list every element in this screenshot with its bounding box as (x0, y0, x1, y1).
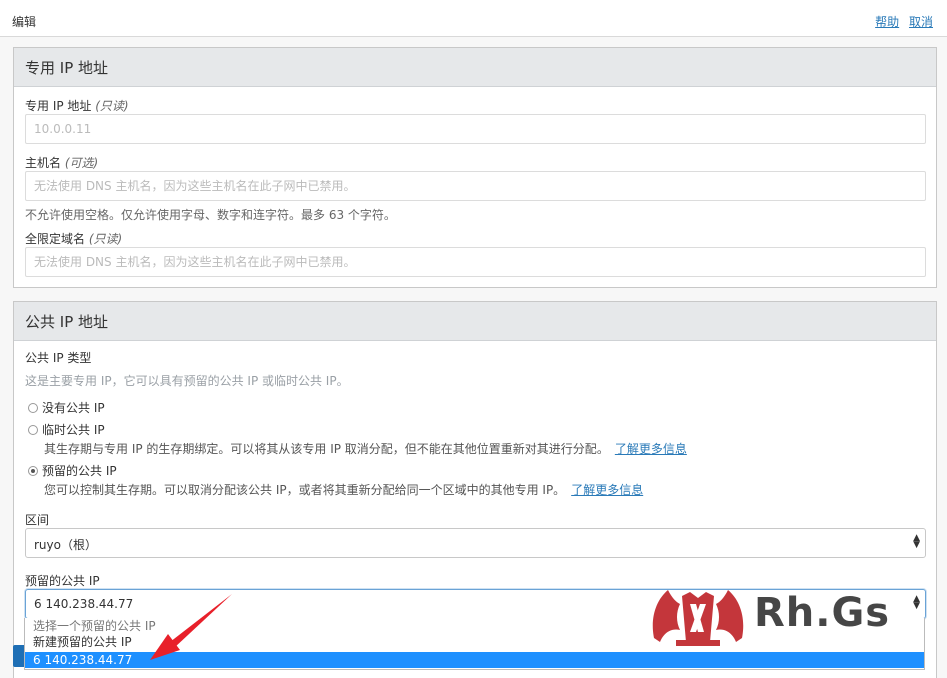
radio-reserved-ip-label: 预留的公共 IP (42, 464, 117, 478)
radio-ephemeral-ip-label: 临时公共 IP (42, 423, 105, 437)
reserved-ip-description: 您可以控制其生存期。可以取消分配该公共 IP，或者将其重新分配给同一个区域中的其… (44, 483, 644, 497)
hostname-input[interactable] (25, 171, 926, 201)
public-ip-type-label: 公共 IP 类型 (25, 351, 92, 365)
private-ip-address-label: 专用 IP 地址 (只读) (25, 99, 129, 113)
compartment-select[interactable]: ruyo（根） ▲ ▼ (25, 528, 926, 558)
header-links: 帮助 取消 (869, 13, 933, 30)
radio-ephemeral-ip[interactable]: 临时公共 IP (28, 421, 105, 438)
watermark: Rh.Gs (646, 578, 916, 650)
radio-reserved-ip-control[interactable] (28, 465, 38, 476)
dialog-title: 编辑 (12, 15, 37, 29)
select-arrows-icon: ▲ ▼ (913, 533, 920, 550)
radio-ephemeral-ip-control[interactable] (28, 424, 38, 435)
radio-reserved-ip[interactable]: 预留的公共 IP (28, 462, 117, 479)
reserved-learn-more-link[interactable]: 了解更多信息 (571, 483, 643, 497)
private-ip-address-field: 10.0.0.11 (25, 114, 926, 144)
hostname-help: 不允许使用空格。仅允许使用字母、数字和连字符。最多 63 个字符。 (25, 208, 396, 222)
fqdn-label: 全限定域名 (只读) (25, 232, 123, 246)
compartment-label: 区间 (25, 513, 50, 527)
private-ip-panel: 专用 IP 地址 专用 IP 地址 (只读) 10.0.0.11 主机名 (可选… (13, 47, 937, 288)
hostname-label: 主机名 (可选) (25, 156, 99, 170)
ephemeral-learn-more-link[interactable]: 了解更多信息 (615, 442, 687, 456)
cancel-link[interactable]: 取消 (909, 15, 933, 29)
radio-no-public-ip-control[interactable] (28, 402, 38, 413)
help-link[interactable]: 帮助 (875, 15, 899, 29)
watermark-text: Rh.Gs (754, 590, 891, 636)
ephemeral-ip-description: 其生存期与专用 IP 的生存期绑定。可以将其从该专用 IP 取消分配，但不能在其… (44, 442, 687, 456)
public-ip-heading: 公共 IP 地址 (14, 302, 936, 341)
dialog-header: 编辑 帮助 取消 (0, 0, 947, 37)
private-ip-heading: 专用 IP 地址 (14, 48, 936, 87)
radio-no-public-ip[interactable]: 没有公共 IP (28, 399, 105, 416)
public-ip-type-help: 这是主要专用 IP，它可以具有预留的公共 IP 或临时公共 IP。 (25, 374, 349, 388)
reserved-ip-select-value: 6 140.238.44.77 (34, 597, 134, 611)
fqdn-field (25, 247, 926, 277)
compartment-select-value: ruyo（根） (34, 538, 97, 552)
annotation-arrow-icon (150, 594, 232, 660)
radio-no-public-ip-label: 没有公共 IP (42, 401, 105, 415)
reserved-ip-label: 预留的公共 IP (25, 574, 100, 588)
watermark-lion-emblem-icon (652, 590, 744, 646)
